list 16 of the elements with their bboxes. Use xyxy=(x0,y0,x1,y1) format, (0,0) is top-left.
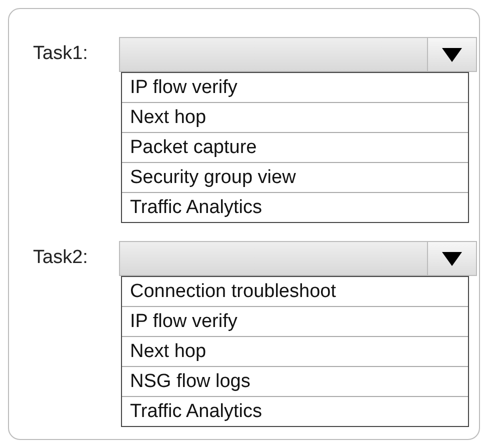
caret-icon xyxy=(441,46,463,62)
option-item[interactable]: IP flow verify xyxy=(122,307,468,337)
dropdown-button[interactable] xyxy=(427,38,476,71)
option-item[interactable]: Next hop xyxy=(122,103,468,133)
dropdown-button[interactable] xyxy=(427,242,476,275)
option-item[interactable]: Packet capture xyxy=(122,133,468,163)
caret-icon xyxy=(441,250,463,266)
option-item[interactable]: NSG flow logs xyxy=(122,367,468,397)
option-item[interactable]: IP flow verify xyxy=(122,73,468,103)
option-item[interactable]: Connection troubleshoot xyxy=(122,277,468,307)
task-label: Task1: xyxy=(33,42,89,65)
option-item[interactable]: Next hop xyxy=(122,337,468,367)
task-label: Task2: xyxy=(33,246,89,269)
option-item[interactable]: Security group view xyxy=(122,163,468,193)
option-item[interactable]: Traffic Analytics xyxy=(122,397,468,426)
option-item[interactable]: Traffic Analytics xyxy=(122,193,468,222)
